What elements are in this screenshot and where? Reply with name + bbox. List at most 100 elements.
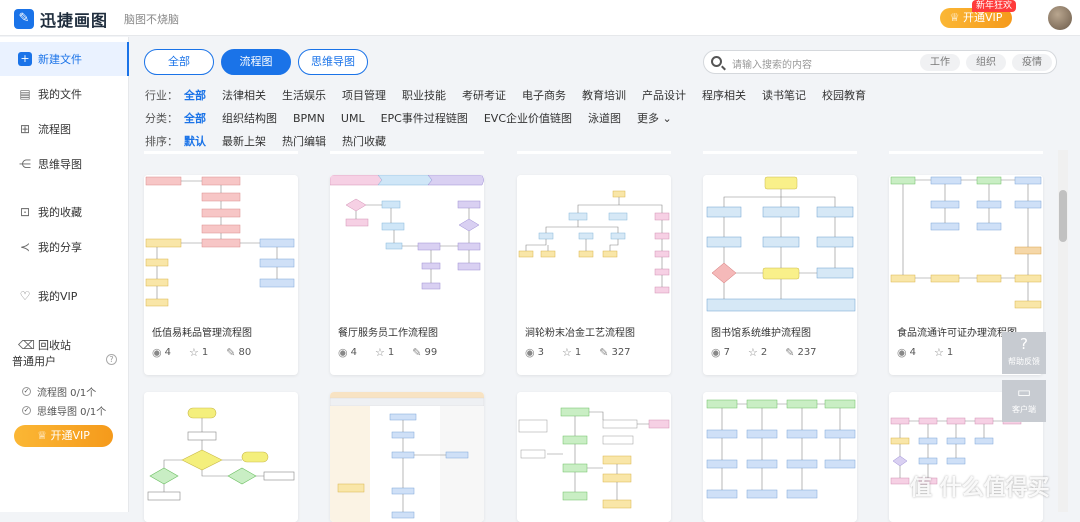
search-icon (711, 56, 722, 67)
search-chip-epidemic[interactable]: 疫情 (1012, 54, 1052, 71)
help-feedback-button[interactable]: ? 帮助反馈 (1002, 332, 1046, 374)
industry-option[interactable]: 职业技能 (402, 87, 446, 103)
scrollbar-thumb[interactable] (1059, 190, 1067, 242)
template-stats: ◉ 4 ☆ 1 ✎ 99 (338, 346, 455, 359)
sidebar-item-flowchart[interactable]: ⊞ 流程图 (0, 112, 129, 146)
sidebar-vip-button[interactable]: ♕ 开通VIP (14, 425, 113, 447)
eye-icon: ◉ (897, 346, 907, 359)
category-option[interactable]: 泳道图 (588, 110, 621, 126)
tab-mindmap[interactable]: 思维导图 (298, 49, 368, 75)
category-option[interactable]: 全部 (184, 110, 206, 126)
industry-option[interactable]: 程序相关 (702, 87, 746, 103)
industry-option[interactable]: 法律相关 (222, 87, 266, 103)
search-chip-org[interactable]: 组织 (966, 54, 1006, 71)
sidebar-item-label: 我的分享 (38, 241, 82, 254)
tab-flowchart[interactable]: 流程图 (221, 49, 291, 75)
industry-option[interactable]: 全部 (184, 87, 206, 103)
avatar[interactable] (1048, 6, 1072, 30)
edit-icon: ✎ (412, 346, 422, 359)
sidebar-item-shares[interactable]: ≺ 我的分享 (0, 230, 129, 264)
eye-icon: ◉ (152, 346, 162, 359)
sidebar-item-new-file[interactable]: + 新建文件 (0, 42, 129, 76)
category-option[interactable]: UML (341, 112, 365, 125)
industry-option[interactable]: 教育培训 (582, 87, 626, 103)
sort-option[interactable]: 最新上架 (222, 133, 266, 149)
sidebar-item-label: 流程图 (38, 123, 71, 136)
sort-filter: 排序： 默认 最新上架 热门编辑 热门收藏 (145, 133, 402, 149)
mindmap-icon: ⋲ (19, 157, 31, 171)
template-title: 图书馆系统维护流程图 (711, 328, 811, 339)
industry-option[interactable]: 电子商务 (522, 87, 566, 103)
bookmark-icon: ⊡ (19, 205, 31, 219)
template-thumbnail (889, 175, 1043, 315)
template-card[interactable]: 餐厅服务员工作流程图 ◉ 4 ☆ 1 ✎ 99 (330, 175, 484, 375)
sidebar-item-my-files[interactable]: ▤ 我的文件 (0, 77, 129, 111)
search-input[interactable]: 请输入搜索的内容 (732, 56, 812, 71)
sort-option[interactable]: 热门编辑 (282, 133, 326, 149)
sort-option[interactable]: 默认 (184, 133, 206, 149)
star-icon: ☆ (374, 346, 385, 359)
sidebar-item-label: 我的收藏 (38, 206, 82, 219)
grid-top-edge (144, 151, 1054, 154)
trash-icon: ⌫ (18, 338, 35, 352)
help-icon[interactable]: ? (106, 354, 117, 365)
user-type: 普通用户 (12, 355, 56, 368)
star-icon: ☆ (188, 346, 199, 359)
check-icon: ✓ (22, 387, 31, 396)
top-bar: ✎ 迅捷画图 脑图不烧脑 ♕ 开通VIP 新年狂欢 (0, 0, 1080, 36)
star-icon: ☆ (747, 346, 758, 359)
help-feedback-label: 帮助反馈 (1008, 357, 1040, 366)
template-thumbnail (144, 175, 298, 315)
template-card[interactable] (517, 392, 671, 522)
template-thumbnail (330, 392, 484, 522)
scrollbar[interactable] (1058, 150, 1068, 512)
template-card[interactable] (330, 392, 484, 522)
template-thumbnail (517, 175, 671, 315)
industry-option[interactable]: 产品设计 (642, 87, 686, 103)
industry-filter-label: 行业： (145, 89, 178, 102)
edit-count: 80 (238, 347, 252, 358)
category-option[interactable]: EPC事件过程链图 (381, 110, 468, 126)
sidebar-item-vip[interactable]: ♡ 我的VIP (0, 279, 129, 313)
star-icon: ☆ (561, 346, 572, 359)
view-count: 4 (909, 347, 916, 358)
template-card[interactable] (144, 392, 298, 522)
star-icon: ☆ (933, 346, 944, 359)
sidebar-item-favorites[interactable]: ⊡ 我的收藏 (0, 195, 129, 229)
sidebar-item-mindmap[interactable]: ⋲ 思维导图 (0, 147, 129, 181)
sort-option[interactable]: 热门收藏 (342, 133, 386, 149)
industry-option[interactable]: 读书笔记 (762, 87, 806, 103)
template-thumbnail (330, 175, 484, 315)
template-stats: ◉ 7 ☆ 2 ✎ 237 (711, 346, 835, 359)
category-option[interactable]: EVC企业价值链图 (484, 110, 572, 126)
template-card[interactable]: 涧轮粉末冶金工艺流程图 ◉ 3 ☆ 1 ✎ 327 (517, 175, 671, 375)
template-thumbnail (703, 392, 857, 522)
template-title: 涧轮粉末冶金工艺流程图 (525, 328, 635, 339)
sidebar-vip-label: 开通VIP (50, 429, 90, 442)
open-vip-label: 开通VIP (962, 11, 1003, 24)
template-card[interactable] (703, 392, 857, 522)
app-logo[interactable]: ✎ 迅捷画图 (14, 7, 108, 31)
edit-icon: ✎ (226, 346, 236, 359)
category-option[interactable]: BPMN (293, 112, 325, 125)
quota-flowchart: ✓ 流程图 0/1个 (22, 384, 96, 399)
star-count: 1 (201, 347, 209, 358)
template-title: 食品流通许可证办理流程图 (897, 328, 1017, 339)
search-chip-work[interactable]: 工作 (920, 54, 960, 71)
view-count: 4 (350, 347, 357, 358)
template-title: 低值易耗品管理流程图 (152, 328, 252, 339)
category-option[interactable]: 组织结构图 (222, 110, 277, 126)
industry-option[interactable]: 校园教育 (822, 87, 866, 103)
industry-option[interactable]: 生活娱乐 (282, 87, 326, 103)
industry-option[interactable]: 项目管理 (342, 87, 386, 103)
tab-all[interactable]: 全部 (144, 49, 214, 75)
template-card[interactable]: 图书馆系统维护流程图 ◉ 7 ☆ 2 ✎ 237 (703, 175, 857, 375)
industry-option[interactable]: 考研考证 (462, 87, 506, 103)
client-download-button[interactable]: ▭ 客户端 (1002, 380, 1046, 422)
search-box[interactable]: 请输入搜索的内容 工作 组织 疫情 (703, 50, 1057, 74)
edit-count: 327 (611, 347, 631, 358)
question-icon: ? (1020, 335, 1028, 353)
edit-count: 237 (797, 347, 817, 358)
template-card[interactable]: 低值易耗品管理流程图 ◉ 4 ☆ 1 ✎ 80 (144, 175, 298, 375)
category-more[interactable]: 更多 ⌄ (637, 110, 672, 126)
